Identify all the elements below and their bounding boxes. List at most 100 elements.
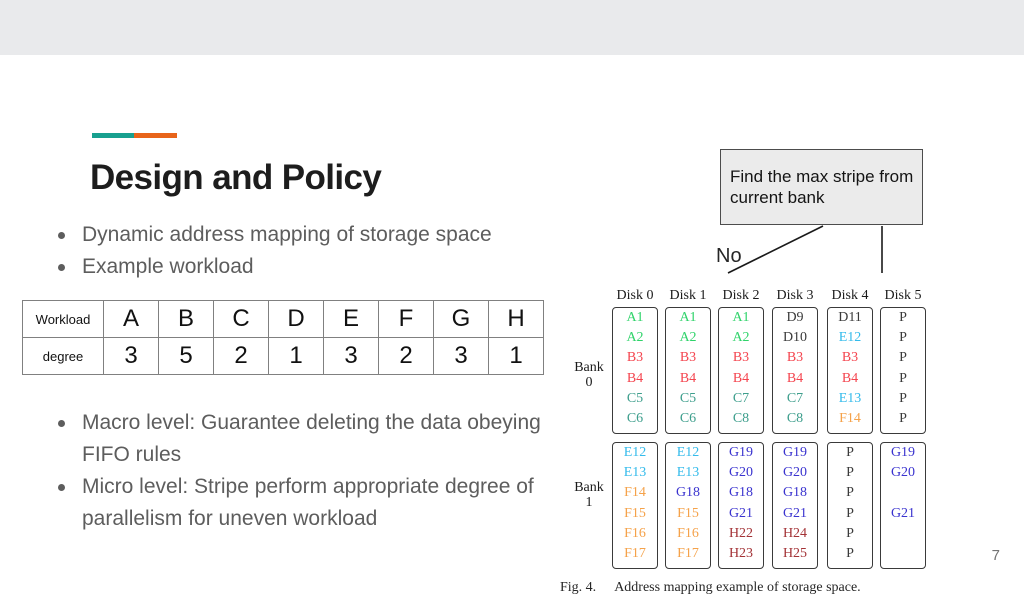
- bullet-list-top: Dynamic address mapping of storage space…: [44, 219, 564, 283]
- stripe-cell: A1: [679, 310, 697, 325]
- disk-header-3: Disk 3: [776, 288, 814, 303]
- stripe-cell: C8: [732, 410, 750, 426]
- stripe-cell: G20: [890, 465, 916, 481]
- stripe-cell: D11: [838, 310, 862, 325]
- workload-cell: D: [268, 300, 324, 338]
- workload-cell: E: [323, 300, 379, 338]
- degree-cell: 3: [103, 337, 159, 375]
- workload-table: Workload A B C D E F G H degree 3 5 2 1 …: [22, 300, 544, 375]
- stripe-cell: H25: [782, 545, 808, 561]
- slide-canvas: Design and Policy Dynamic address mappin…: [0, 55, 1024, 595]
- stripe-cell: A1: [626, 310, 644, 325]
- stripe-cell: B4: [679, 370, 697, 386]
- stripe-cell: B4: [626, 370, 644, 386]
- disk-column-bank0-disk3: D9 D10 B3 B4 C7 C8: [772, 307, 818, 434]
- stripe-cell: B4: [841, 370, 859, 386]
- stripe-cell: P: [846, 465, 854, 481]
- stripe-cell: B3: [841, 350, 859, 366]
- workload-cell: A: [103, 300, 159, 338]
- stripe-cell: A1: [732, 310, 750, 325]
- bank-label-1: Bank 1: [574, 480, 604, 510]
- stripe-cell: C6: [679, 410, 697, 426]
- stripe-cell: G18: [782, 485, 808, 501]
- disk-header-5: Disk 5: [884, 288, 922, 303]
- stripe-cell: A2: [626, 330, 644, 346]
- list-item: Example workload: [44, 251, 564, 283]
- stripe-cell: F14: [839, 410, 861, 426]
- stripe-cell: B3: [626, 350, 644, 366]
- disk-column-bank1-disk0: E12 E13 F14 F15 F16 F17: [612, 442, 658, 569]
- stripe-cell: [881, 544, 925, 564]
- stripe-cell: G19: [728, 445, 754, 460]
- stripe-cell: E13: [676, 465, 700, 481]
- stripe-cell: C6: [626, 410, 644, 426]
- disk-header-2: Disk 2: [722, 288, 760, 303]
- stripe-cell: A2: [732, 330, 750, 346]
- stripe-cell: G18: [675, 485, 701, 501]
- stripe-cell: C7: [786, 390, 804, 406]
- stripe-cell: H23: [728, 545, 754, 561]
- stripe-cell: H24: [782, 525, 808, 541]
- stripe-cell: P: [899, 350, 907, 366]
- disk-column-bank1-disk5: G19 G20 G21: [880, 442, 926, 569]
- stripe-cell: E13: [623, 465, 647, 481]
- page-title: Design and Policy: [90, 158, 382, 197]
- degree-cell: 1: [488, 337, 544, 375]
- stripe-cell: P: [899, 330, 907, 346]
- disk-column-bank0-disk1: A1 A2 B3 B4 C5 C6: [665, 307, 711, 434]
- disk-column-bank1-disk2: G19 G20 G18 G21 H22 H23: [718, 442, 764, 569]
- stripe-cell: B4: [786, 370, 804, 386]
- stripe-cell: [881, 483, 925, 503]
- page-number: 7: [991, 547, 1000, 564]
- accent-segment-orange: [134, 133, 177, 138]
- stripe-cell: F16: [624, 525, 646, 541]
- stripe-cell: C5: [679, 390, 697, 406]
- disk-column-bank0-disk0: A1 A2 B3 B4 C5 C6: [612, 307, 658, 434]
- accent-segment-teal: [92, 133, 134, 138]
- stripe-cell: E13: [838, 390, 862, 406]
- stripe-cell: E12: [838, 330, 862, 346]
- stripe-cell: F15: [624, 505, 646, 521]
- list-item: Macro level: Guarantee deleting the data…: [44, 407, 544, 471]
- stripe-cell: C7: [732, 390, 750, 406]
- workload-cell: B: [158, 300, 214, 338]
- disk-header-4: Disk 4: [831, 288, 869, 303]
- stripe-cell: [881, 524, 925, 544]
- stripe-cell: B3: [732, 350, 750, 366]
- stripe-cell: G20: [782, 465, 808, 481]
- stripe-cell: P: [846, 505, 854, 521]
- degree-cell: 5: [158, 337, 214, 375]
- stripe-cell: C5: [626, 390, 644, 406]
- stripe-cell: B4: [732, 370, 750, 386]
- disk-column-bank1-disk4: PPPPPP: [827, 442, 873, 569]
- stripe-cell: F14: [624, 485, 646, 501]
- disk-header-0: Disk 0: [616, 288, 654, 303]
- figure-caption: Fig. 4. Address mapping example of storag…: [560, 580, 960, 596]
- stripe-cell: G19: [782, 445, 808, 460]
- stripe-cell: P: [846, 445, 854, 460]
- disk-column-bank0-disk4: D11 E12 B3 B4 E13 F14: [827, 307, 873, 434]
- callout-box: Find the max stripe from current bank: [720, 149, 923, 225]
- stripe-cell: C8: [786, 410, 804, 426]
- degree-cell: 3: [433, 337, 489, 375]
- bank-label-0: Bank 0: [574, 360, 604, 390]
- degree-cell: 2: [213, 337, 269, 375]
- disk-header-1: Disk 1: [669, 288, 707, 303]
- stripe-cell: P: [899, 310, 907, 325]
- stripe-cell: G21: [782, 505, 808, 521]
- stripe-cell: B3: [786, 350, 804, 366]
- stripe-cell: F15: [677, 505, 699, 521]
- stripe-cell: F17: [677, 545, 699, 561]
- degree-cell: 3: [323, 337, 379, 375]
- stripe-cell: P: [899, 390, 907, 406]
- degree-cell: 2: [378, 337, 434, 375]
- figure-caption-text: Address mapping example of storage space…: [614, 580, 861, 595]
- title-accent-rule: [92, 133, 177, 138]
- disk-column-bank1-disk1: E12 E13 G18 F15 F16 F17: [665, 442, 711, 569]
- address-mapping-figure: Bank 0 Bank 1 Disk 0 Disk 1 Disk 2 Disk 3 Di…: [560, 235, 960, 605]
- stripe-cell: P: [846, 485, 854, 501]
- stripe-cell: P: [846, 545, 854, 561]
- degree-cell: 1: [268, 337, 324, 375]
- stripe-cell: H22: [728, 525, 754, 541]
- row-header-workload: Workload: [22, 300, 104, 338]
